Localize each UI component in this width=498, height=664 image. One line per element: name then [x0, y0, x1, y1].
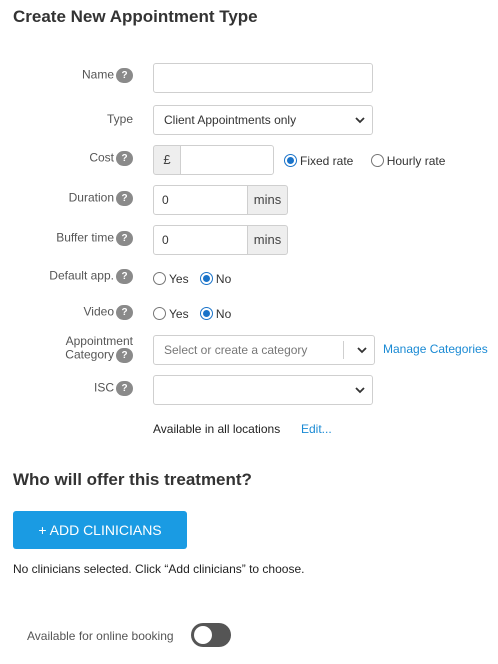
cost-rate-group: Fixed rate Hourly rate: [284, 153, 453, 168]
help-icon[interactable]: ?: [116, 305, 133, 320]
buffer-time-unit: mins: [247, 225, 288, 255]
fixed-rate-radio[interactable]: [284, 154, 297, 168]
help-icon[interactable]: ?: [116, 231, 133, 246]
chevron-down-icon: [355, 387, 365, 394]
name-input[interactable]: [153, 63, 373, 93]
default-app-no-radio[interactable]: [199, 272, 213, 286]
no-clinicians-text: No clinicians selected. Click “Add clini…: [13, 562, 305, 576]
help-icon[interactable]: ?: [116, 151, 133, 166]
video-yes-radio[interactable]: [153, 307, 166, 321]
edit-locations-link[interactable]: Edit...: [301, 422, 332, 436]
help-icon[interactable]: ?: [116, 191, 133, 206]
duration-label: Duration?: [69, 191, 133, 206]
default-app-label: Default app.?: [49, 269, 133, 284]
type-label: Type: [106, 112, 133, 126]
isc-select[interactable]: [153, 375, 373, 405]
isc-label: ISC?: [94, 381, 133, 396]
online-booking-label: Available for online booking: [27, 629, 174, 643]
type-select[interactable]: Client Appointments only: [153, 105, 373, 135]
chevron-down-icon: [357, 347, 367, 354]
duration-unit: mins: [247, 185, 288, 215]
help-icon[interactable]: ?: [116, 381, 133, 396]
online-booking-toggle[interactable]: [191, 623, 231, 647]
category-select[interactable]: Select or create a category: [153, 335, 375, 365]
currency-addon: £: [153, 145, 181, 175]
appointment-category-label: Appointment Category?: [65, 334, 133, 363]
video-no-radio[interactable]: [199, 307, 213, 321]
cost-label: Cost?: [89, 151, 133, 166]
select-divider: [343, 341, 344, 359]
help-icon[interactable]: ?: [116, 68, 133, 83]
page-title: Create New Appointment Type: [13, 7, 258, 26]
help-icon[interactable]: ?: [116, 269, 133, 284]
default-app-group: Yes No: [153, 271, 239, 286]
video-group: Yes No: [153, 306, 239, 321]
locations-text: Available in all locations: [153, 422, 281, 436]
video-label: Video?: [84, 305, 133, 320]
clinicians-heading: Who will offer this treatment?: [13, 470, 252, 489]
hourly-rate-radio[interactable]: [370, 154, 384, 168]
name-label: Name?: [82, 68, 133, 83]
duration-input[interactable]: 0: [153, 185, 248, 215]
buffer-time-input[interactable]: 0: [153, 225, 248, 255]
cost-input[interactable]: [180, 145, 274, 175]
buffer-time-label: Buffer time?: [56, 231, 133, 246]
chevron-down-icon: [355, 117, 365, 124]
default-app-yes-radio[interactable]: [153, 272, 166, 286]
add-clinicians-button[interactable]: + ADD CLINICIANS: [13, 511, 187, 549]
help-icon[interactable]: ?: [116, 348, 133, 363]
manage-categories-link[interactable]: Manage Categories: [383, 342, 488, 356]
